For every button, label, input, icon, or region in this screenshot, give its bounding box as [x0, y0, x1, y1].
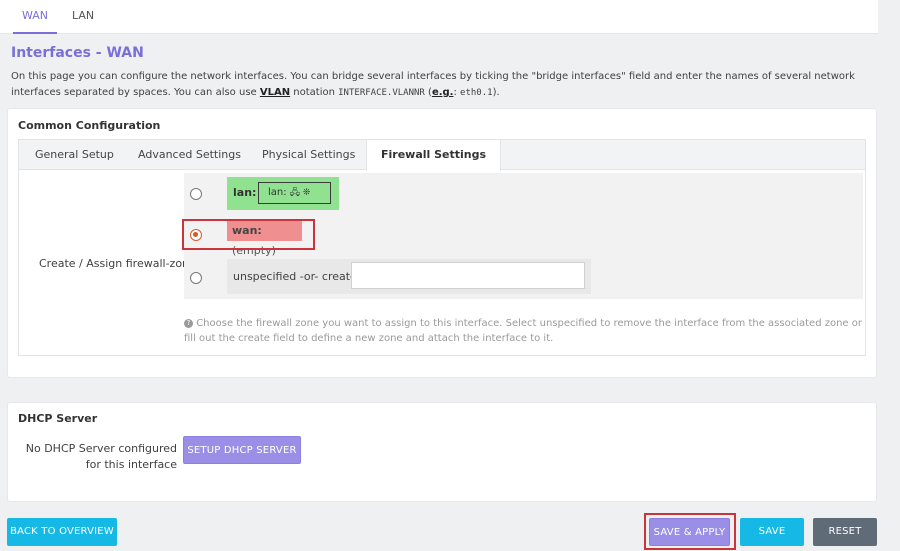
tab-wan[interactable]: WAN [13, 0, 57, 34]
vlan-link[interactable]: VLAN [260, 87, 290, 98]
desc-text: ). [492, 87, 500, 98]
dhcp-status-line: No DHCP Server configured [25, 442, 177, 455]
network-interface-icon: 🖧 ❊ [289, 188, 311, 198]
desc-text: ( [424, 87, 432, 98]
page-title: Interfaces - WAN [11, 45, 144, 61]
back-to-overview-button[interactable]: BACK TO OVERVIEW [7, 518, 117, 546]
common-configuration-panel: Common Configuration General Setup Advan… [7, 108, 877, 378]
firewall-zone-label: Create / Assign firewall-zone [39, 257, 196, 270]
eg-value: eth0.1 [460, 88, 493, 98]
page-description: On this page you can configure the netwo… [11, 69, 871, 101]
save-and-apply-button[interactable]: SAVE & APPLY [649, 518, 730, 546]
desc-text: notation [290, 87, 339, 98]
common-configuration-title: Common Configuration [18, 119, 161, 132]
zone-create-label: unspecified -or- create: [233, 270, 361, 283]
interface-tabbar: WAN LAN [0, 0, 878, 34]
new-zone-input[interactable] [351, 262, 585, 289]
tab-general-setup[interactable]: General Setup [35, 140, 114, 170]
zone-lan-member: lan: [268, 187, 287, 198]
firewall-settings-body: Create / Assign firewall-zone lan: lan: … [18, 170, 866, 356]
dhcp-server-panel: DHCP Server No DHCP Server configured fo… [7, 402, 877, 502]
setup-dhcp-server-button[interactable]: SETUP DHCP SERVER [183, 436, 301, 464]
config-tabbar: General Setup Advanced Settings Physical… [18, 139, 866, 171]
help-icon: ? [184, 319, 193, 328]
zone-option-create[interactable]: unspecified -or- create: [184, 258, 863, 298]
zone-lan-radio[interactable] [190, 188, 202, 200]
zone-lan-name: lan: [233, 186, 257, 199]
zone-create-area: unspecified -or- create: [227, 259, 591, 294]
reset-button[interactable]: RESET [813, 518, 877, 546]
firewall-zone-help: ? Choose the firewall zone you want to a… [184, 316, 864, 346]
dhcp-server-title: DHCP Server [18, 412, 98, 425]
save-button[interactable]: SAVE [740, 518, 804, 546]
zone-lan-members: lan: 🖧 ❊ [258, 182, 331, 204]
tab-lan[interactable]: LAN [72, 0, 94, 34]
vlan-format: INTERFACE.VLANNR [338, 88, 425, 98]
wan-option-highlight [182, 219, 315, 250]
eg-link[interactable]: e.g. [432, 87, 454, 98]
zone-create-radio[interactable] [190, 272, 202, 284]
zone-option-lan[interactable]: lan: lan: 🖧 ❊ [184, 174, 863, 214]
tab-physical-settings[interactable]: Physical Settings [262, 140, 355, 170]
dhcp-status-line: for this interface [85, 458, 177, 471]
tab-firewall-settings[interactable]: Firewall Settings [366, 140, 502, 171]
zone-lan-badge: lan: lan: 🖧 ❊ [227, 177, 339, 210]
help-text: Choose the firewall zone you want to ass… [184, 318, 862, 344]
dhcp-status: No DHCP Server configured for this inter… [18, 441, 177, 473]
tab-advanced-settings[interactable]: Advanced Settings [138, 140, 241, 170]
